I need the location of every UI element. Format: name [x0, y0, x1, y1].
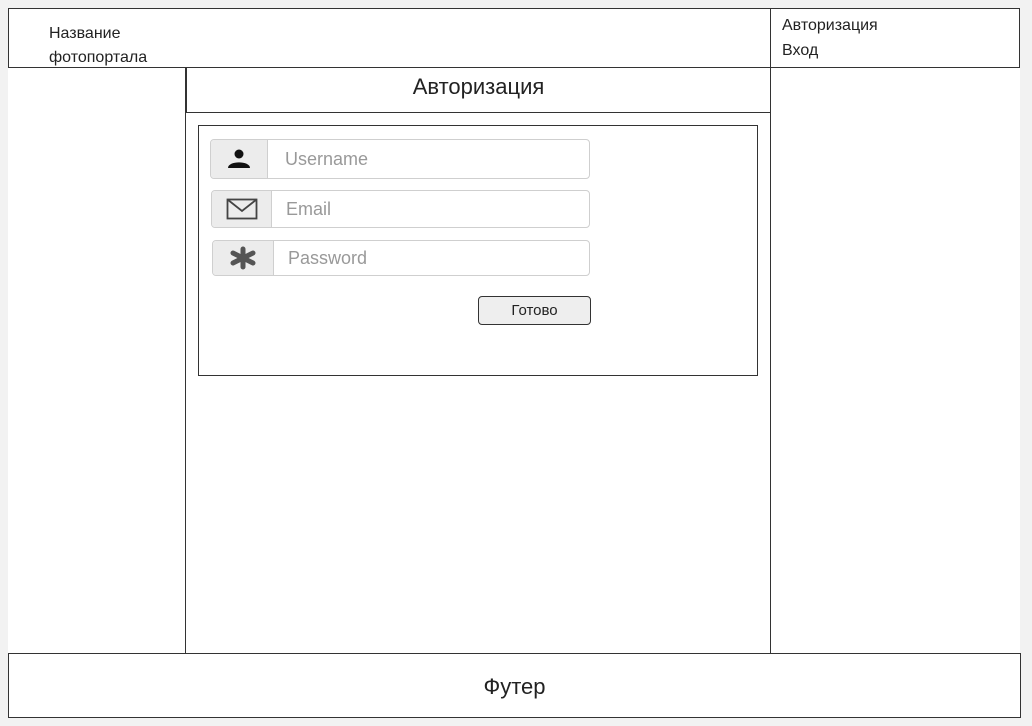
page-title-bar: Авторизация [186, 68, 771, 113]
site-name-line2: фотопортала [49, 49, 148, 66]
auth-link[interactable]: Авторизация [782, 13, 878, 38]
username-addon [211, 140, 268, 178]
page-title: Авторизация [412, 74, 545, 99]
login-link[interactable]: Вход [782, 38, 878, 63]
site-name: Название фотопортала [49, 22, 147, 70]
right-sidebar [770, 68, 1020, 653]
password-input[interactable] [274, 241, 589, 275]
site-name-line1: Название [49, 25, 121, 42]
footer: Футер [8, 653, 1021, 718]
asterisk-icon [230, 246, 256, 270]
username-field [210, 139, 590, 179]
password-field [212, 240, 590, 276]
email-addon [212, 191, 272, 227]
footer-label: Футер [483, 674, 546, 699]
email-input[interactable] [272, 191, 589, 227]
submit-button[interactable]: Готово [478, 296, 591, 325]
email-field [211, 190, 590, 228]
username-input[interactable] [268, 140, 589, 178]
password-addon [213, 241, 274, 275]
envelope-icon [226, 198, 257, 220]
auth-links: Авторизация Вход [782, 13, 878, 63]
header-auth-panel: Авторизация Вход [770, 8, 1020, 68]
left-sidebar [8, 68, 186, 653]
user-icon [228, 149, 250, 168]
